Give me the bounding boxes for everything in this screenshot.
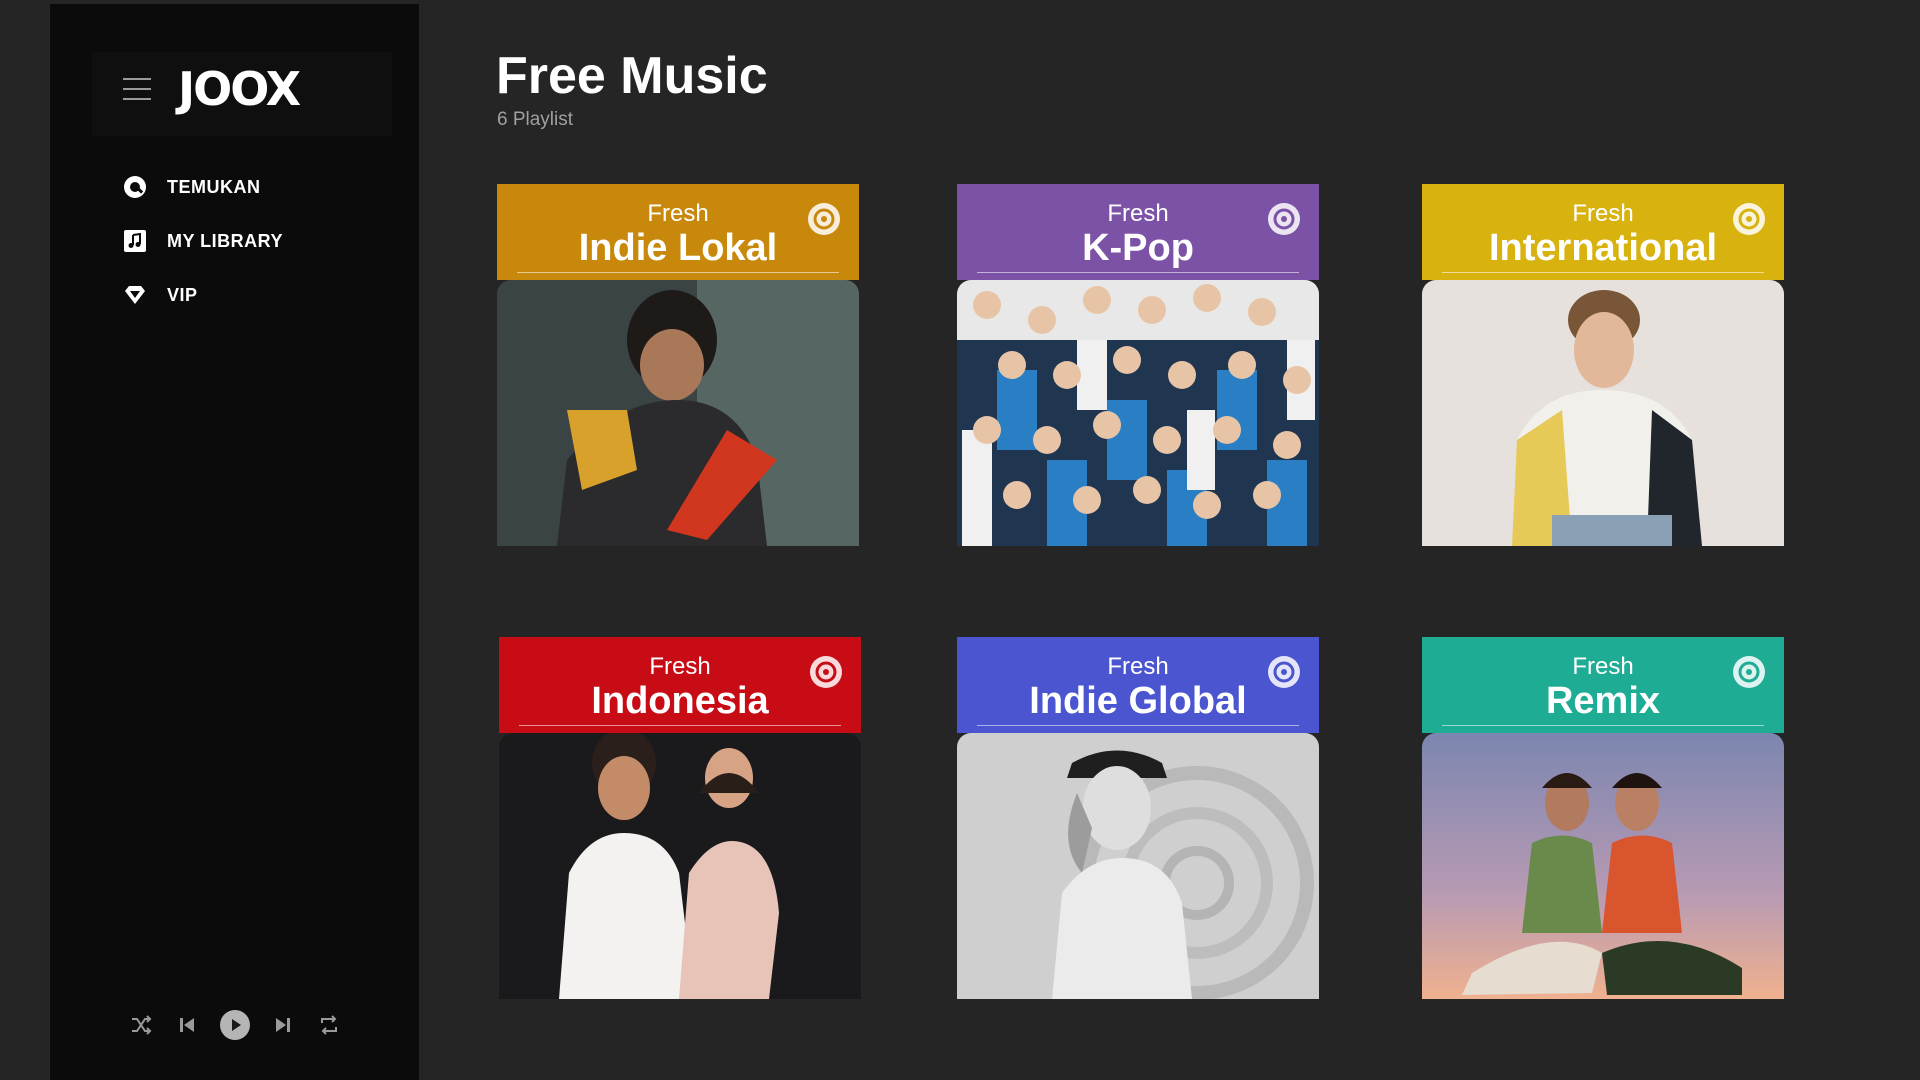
playlist-card-indonesia[interactable]: Fresh Indonesia [499,637,861,999]
card-prefix: Fresh [1572,653,1634,680]
card-divider [517,272,839,273]
card-divider [1442,725,1764,726]
sidebar-item-my-library[interactable]: MY LIBRARY [123,214,283,268]
discover-icon [123,175,147,199]
card-header: Fresh International [1422,184,1784,280]
joox-badge-icon [810,656,842,688]
card-divider [1442,272,1764,273]
card-prefix: Fresh [647,200,709,227]
card-cover-image [957,280,1319,546]
card-title: Indie Global [1029,680,1247,722]
sidebar-item-label: TEMUKAN [167,176,261,197]
sidebar-nav: TEMUKAN MY LIBRARY VIP [123,160,283,322]
playlist-count: 6 Playlist [497,109,574,130]
card-header: Fresh Remix [1422,637,1784,733]
repeat-icon[interactable] [316,1012,342,1038]
card-header: Fresh K-Pop [957,184,1319,280]
joox-badge-icon [1733,203,1765,235]
previous-icon[interactable] [174,1012,200,1038]
card-cover-image [957,733,1319,999]
playlist-card-remix[interactable]: Fresh Remix [1422,637,1784,999]
playlist-card-indie-lokal[interactable]: Fresh Indie Lokal [497,184,859,546]
card-prefix: Fresh [649,653,711,680]
joox-badge-icon [1733,656,1765,688]
card-divider [977,725,1299,726]
vip-diamond-icon [123,283,147,307]
joox-badge-icon [1268,656,1300,688]
sidebar-item-label: MY LIBRARY [167,230,284,251]
page-title: Free Music [496,47,768,105]
playlist-card-k-pop[interactable]: Fresh K-Pop [957,184,1319,546]
card-cover-image [1422,280,1784,546]
next-icon[interactable] [270,1012,296,1038]
card-divider [519,725,841,726]
shuffle-icon[interactable] [128,1012,154,1038]
card-title: Indonesia [591,680,769,722]
card-prefix: Fresh [1107,200,1169,227]
card-header: Fresh Indie Lokal [497,184,859,280]
playlist-card-international[interactable]: Fresh International [1422,184,1784,546]
card-cover-image [1422,733,1784,999]
card-cover-image [497,280,859,546]
joox-badge-icon [808,203,840,235]
card-title: International [1488,227,1718,269]
card-title: K-Pop [1082,227,1194,269]
hamburger-menu-icon[interactable] [123,78,151,100]
player-controls [128,1010,362,1040]
joox-app: JOOX TEMUKAN MY LIBRARY VIP Free Music 6… [0,0,1920,1080]
play-icon[interactable] [220,1010,250,1040]
card-cover-image [499,733,861,999]
card-divider [977,272,1299,273]
playlist-card-indie-global[interactable]: Fresh Indie Global [957,637,1319,999]
card-title: Indie Lokal [578,227,778,269]
music-library-icon [123,229,147,253]
card-title: Remix [1545,680,1661,722]
joox-logo[interactable]: JOOX [178,62,301,116]
sidebar-item-label: VIP [167,284,198,305]
sidebar-item-temukan[interactable]: TEMUKAN [123,160,283,214]
joox-badge-icon [1268,203,1300,235]
card-header: Fresh Indonesia [499,637,861,733]
card-header: Fresh Indie Global [957,637,1319,733]
card-prefix: Fresh [1107,653,1169,680]
sidebar-item-vip[interactable]: VIP [123,268,283,322]
card-prefix: Fresh [1572,200,1634,227]
